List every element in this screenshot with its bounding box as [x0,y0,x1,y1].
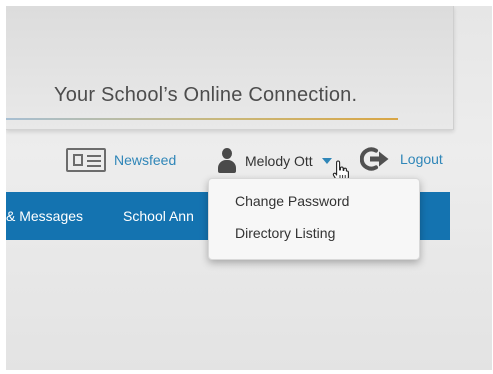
nav-item-messages[interactable]: & Messages [6,208,83,224]
newsfeed-link[interactable]: Newsfeed [66,148,176,172]
browser-viewport: Your School’s Online Connection. Newsfee… [6,6,492,370]
site-banner: Your School’s Online Connection. [6,6,454,130]
user-dropdown-menu: Change Password Directory Listing [208,178,420,260]
logout-label: Logout [400,151,443,167]
logout-icon [360,147,389,171]
caret-down-icon[interactable] [321,158,332,164]
user-menu-button[interactable]: Melody Ott [218,148,332,174]
site-tagline: Your School’s Online Connection. [54,84,358,106]
logout-link[interactable]: Logout [360,146,443,172]
newspaper-icon [66,148,106,172]
user-toolbar: Newsfeed Melody Ott Logout [6,144,492,184]
menu-item-change-password[interactable]: Change Password [209,187,419,215]
tagline-underline [6,118,398,120]
user-name: Melody Ott [245,153,313,169]
menu-item-directory-listing[interactable]: Directory Listing [209,219,419,247]
person-icon [218,148,236,174]
newsfeed-label: Newsfeed [114,152,177,168]
nav-item-school-announcements[interactable]: School Ann [123,208,194,224]
